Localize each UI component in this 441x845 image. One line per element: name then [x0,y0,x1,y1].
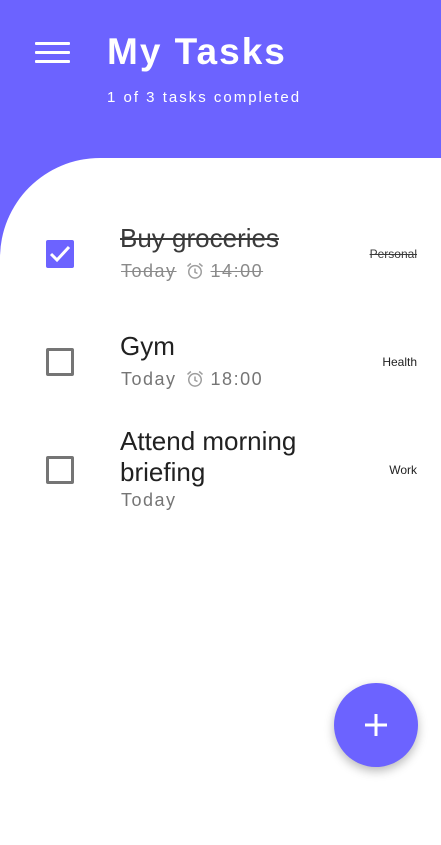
alarm-icon [186,262,203,279]
task-item[interactable]: Gym Today 18:00 Health [0,308,441,408]
plus-icon [365,714,387,736]
task-checkbox-checked[interactable] [46,240,74,268]
task-time: 14:00 [210,261,264,281]
task-date: Today [121,490,177,510]
app-screen: My Tasks 1 of 3 tasks completed Buy groc… [0,0,441,845]
task-checkbox[interactable] [46,348,74,376]
task-due: Today 18:00 [121,368,263,390]
task-title: Gym [120,331,175,361]
task-due: Today [121,489,177,511]
task-item[interactable]: Buy groceries Today 14:00 Personal [0,200,441,300]
checkmark-icon [49,245,71,263]
page-title: My Tasks [107,31,287,72]
task-category-tag: Work [389,463,417,477]
add-task-button[interactable] [334,683,418,767]
task-item[interactable]: Attend morning briefing Today Work [0,416,441,526]
task-time: 18:00 [210,369,264,389]
task-due: Today 14:00 [121,260,263,282]
alarm-icon [186,370,203,387]
task-category-tag: Health [382,355,417,369]
menu-button[interactable] [32,38,72,70]
tasks-progress-text: 1 of 3 tasks completed [107,89,302,106]
task-title: Buy groceries [120,223,279,253]
task-date: Today [121,369,177,389]
task-title: Attend morning briefing [120,426,297,487]
task-category-tag: Personal [369,247,417,261]
task-checkbox[interactable] [46,456,74,484]
task-date: Today [121,261,177,281]
